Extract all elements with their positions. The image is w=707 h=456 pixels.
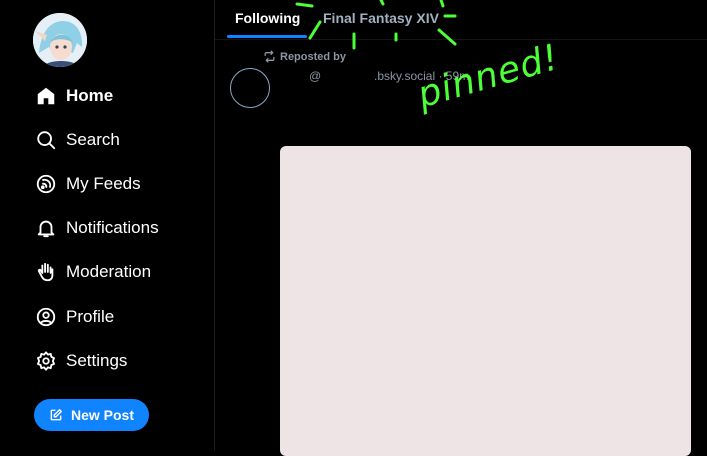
sidebar-item-label: Moderation xyxy=(66,262,152,281)
avatar[interactable] xyxy=(33,13,87,67)
gear-icon xyxy=(35,350,57,372)
repost-indicator[interactable]: Reposted by xyxy=(263,50,346,63)
post-image[interactable] xyxy=(280,146,691,456)
sidebar-item-moderation[interactable]: Moderation xyxy=(35,257,151,287)
tab-following[interactable]: Following xyxy=(235,10,300,26)
active-tab-indicator xyxy=(227,35,307,38)
sidebar-item-settings[interactable]: Settings xyxy=(35,346,127,376)
sidebar-item-label: Search xyxy=(66,130,120,149)
sidebar-item-label: Profile xyxy=(66,307,115,326)
repost-icon xyxy=(264,50,275,63)
author-avatar[interactable] xyxy=(230,68,270,108)
home-icon xyxy=(35,85,57,107)
sidebar: Home Search My Feeds Notifications Moder… xyxy=(0,0,215,450)
sidebar-item-label: Settings xyxy=(66,351,128,370)
hand-icon xyxy=(35,261,57,283)
sidebar-item-search[interactable]: Search xyxy=(35,125,120,155)
header-divider xyxy=(215,39,707,40)
sidebar-item-home[interactable]: Home xyxy=(35,81,113,111)
sidebar-item-my-feeds[interactable]: My Feeds xyxy=(35,169,141,199)
pinned-annotation: pinned! xyxy=(413,36,564,117)
compose-icon xyxy=(50,409,62,421)
main-feed: Following Final Fantasy XIV Reposted by … xyxy=(215,0,707,456)
sidebar-item-profile[interactable]: Profile xyxy=(35,302,114,332)
sidebar-item-label: Home xyxy=(66,86,114,105)
sidebar-item-notifications[interactable]: Notifications xyxy=(35,213,159,243)
user-circle-icon xyxy=(35,306,57,328)
tab-final-fantasy-xiv[interactable]: Final Fantasy XIV xyxy=(323,10,439,26)
sidebar-item-label: My Feeds xyxy=(66,174,141,193)
avatar-illustration xyxy=(33,13,87,67)
sidebar-item-label: Notifications xyxy=(66,218,159,237)
bell-icon xyxy=(35,217,57,239)
search-icon xyxy=(35,129,57,151)
new-post-label: New Post xyxy=(70,407,134,423)
author-handle-prefix[interactable]: @ xyxy=(309,69,321,83)
feeds-icon xyxy=(35,173,57,195)
new-post-button[interactable]: New Post xyxy=(34,399,149,431)
repost-label: Reposted by xyxy=(280,50,347,63)
